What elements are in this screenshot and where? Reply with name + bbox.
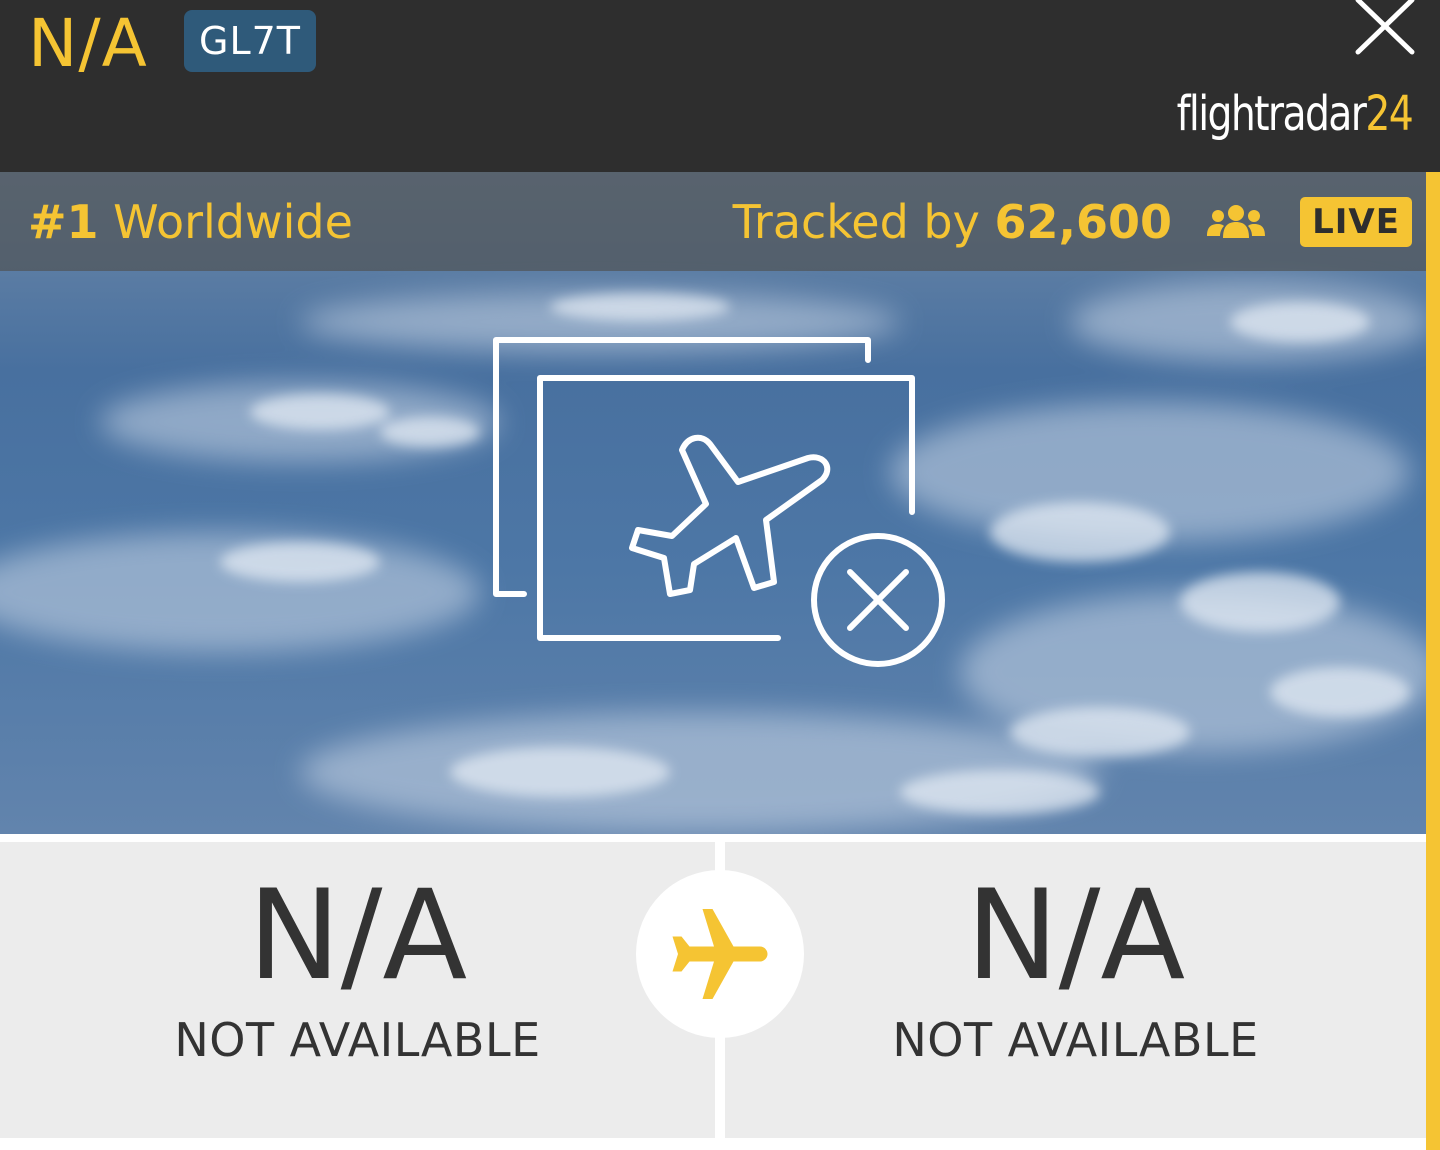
rank-number: #1 [28, 195, 99, 249]
flight-header: N/A GL7T flightradar24 [0, 0, 1440, 172]
close-button[interactable] [1350, 0, 1416, 58]
destination-code: N/A [965, 864, 1186, 1008]
users-icon [1207, 205, 1265, 238]
route-plane-badge [636, 870, 804, 1038]
flight-number: N/A [28, 5, 148, 82]
origin-name: NOT AVAILABLE [174, 1013, 541, 1067]
tracked-by-label: Tracked by 62,600 [733, 192, 1172, 252]
brand-number: 24 [1365, 86, 1413, 142]
live-badge: LIVE [1300, 197, 1412, 247]
rank-scope: Worldwide [98, 195, 353, 249]
callsign-badge: GL7T [184, 10, 317, 72]
aircraft-photo-area: #1 Worldwide Tracked by 62,600 LIVE [0, 172, 1426, 834]
destination-name: NOT AVAILABLE [892, 1013, 1259, 1067]
close-icon [1355, 0, 1415, 55]
rank-label: #1 Worldwide [28, 192, 353, 252]
destination-airport[interactable]: N/A NOT AVAILABLE [725, 842, 1426, 1138]
accent-bar [1426, 172, 1440, 1150]
ranking-strip: #1 Worldwide Tracked by 62,600 LIVE [0, 172, 1426, 271]
origin-code: N/A [247, 864, 468, 1008]
brand-text: flightradar [1176, 86, 1367, 142]
tracked-count: 62,600 [994, 195, 1172, 249]
no-photo-plane-icon [493, 337, 945, 667]
route-panel: N/A NOT AVAILABLE N/A NOT AVAILABLE [0, 834, 1426, 1150]
plane-icon [672, 909, 768, 999]
tracked-prefix: Tracked by [732, 195, 995, 249]
flightradar24-logo: flightradar24 [1176, 84, 1414, 144]
origin-airport[interactable]: N/A NOT AVAILABLE [0, 842, 715, 1138]
